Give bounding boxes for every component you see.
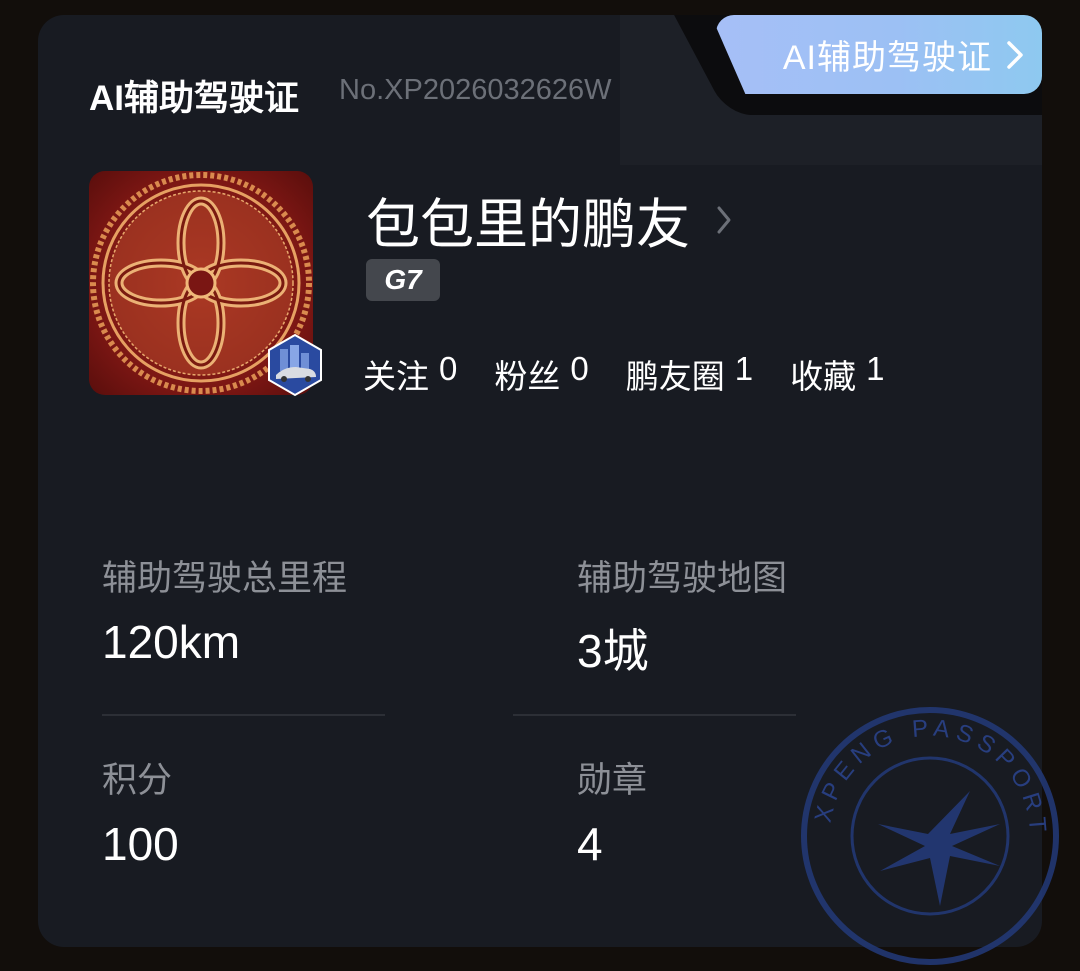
car-badge-icon (266, 333, 324, 397)
metric-total-mileage[interactable]: 辅助驾驶总里程 120km (102, 550, 347, 669)
metric-value: 120km (102, 616, 241, 668)
stat-value: 0 (439, 350, 458, 387)
stat-value: 1 (866, 350, 885, 387)
passport-stamp-watermark: XPENG PASSPORT (800, 706, 1060, 966)
stat-value: 0 (570, 350, 589, 387)
metric-label: 辅助驾驶地图 (577, 559, 788, 598)
metric-points[interactable]: 积分 100 (102, 752, 179, 871)
chevron-right-icon (1006, 40, 1024, 70)
username-link[interactable]: 包包里的鹏友 (366, 180, 732, 259)
metric-value: 3城 (577, 625, 649, 677)
stat-following[interactable]: 关注 0 (363, 350, 457, 398)
metric-driving-map[interactable]: 辅助驾驶地图 3城 (577, 550, 787, 681)
metric-label: 辅助驾驶总里程 (102, 559, 348, 598)
stat-followers[interactable]: 粉丝 0 (494, 350, 588, 398)
metric-value: 100 (102, 818, 179, 870)
stat-moments[interactable]: 鹏友圈 1 (626, 350, 753, 398)
stat-label: 关注 (363, 358, 429, 395)
metric-label: 积分 (102, 761, 173, 800)
stat-favorites[interactable]: 收藏 1 (790, 350, 884, 398)
svg-text:XPENG PASSPORT: XPENG PASSPORT (810, 715, 1052, 839)
divider (513, 714, 796, 716)
username: 包包里的鹏友 (366, 195, 690, 255)
tab-label: AI辅助驾驶证 (782, 39, 992, 77)
stat-label: 粉丝 (494, 358, 561, 395)
card-title: AI辅助驾驶证 (89, 79, 300, 118)
divider (102, 714, 385, 716)
metric-value: 4 (577, 818, 603, 870)
social-stats: 关注 0 粉丝 0 鹏友圈 1 收藏 1 (363, 350, 921, 398)
metric-label: 勋章 (577, 761, 648, 800)
stat-label: 鹏友圈 (625, 358, 725, 395)
car-model-badge: G7 (366, 259, 440, 301)
stat-label: 收藏 (790, 358, 857, 395)
license-serial-number: No.XP2026032626W (339, 74, 612, 106)
chevron-right-icon (716, 205, 732, 235)
stat-value: 1 (734, 350, 754, 387)
ai-license-tab-button[interactable]: AI辅助驾驶证 (716, 15, 1042, 94)
metric-badges[interactable]: 勋章 4 (577, 752, 647, 871)
